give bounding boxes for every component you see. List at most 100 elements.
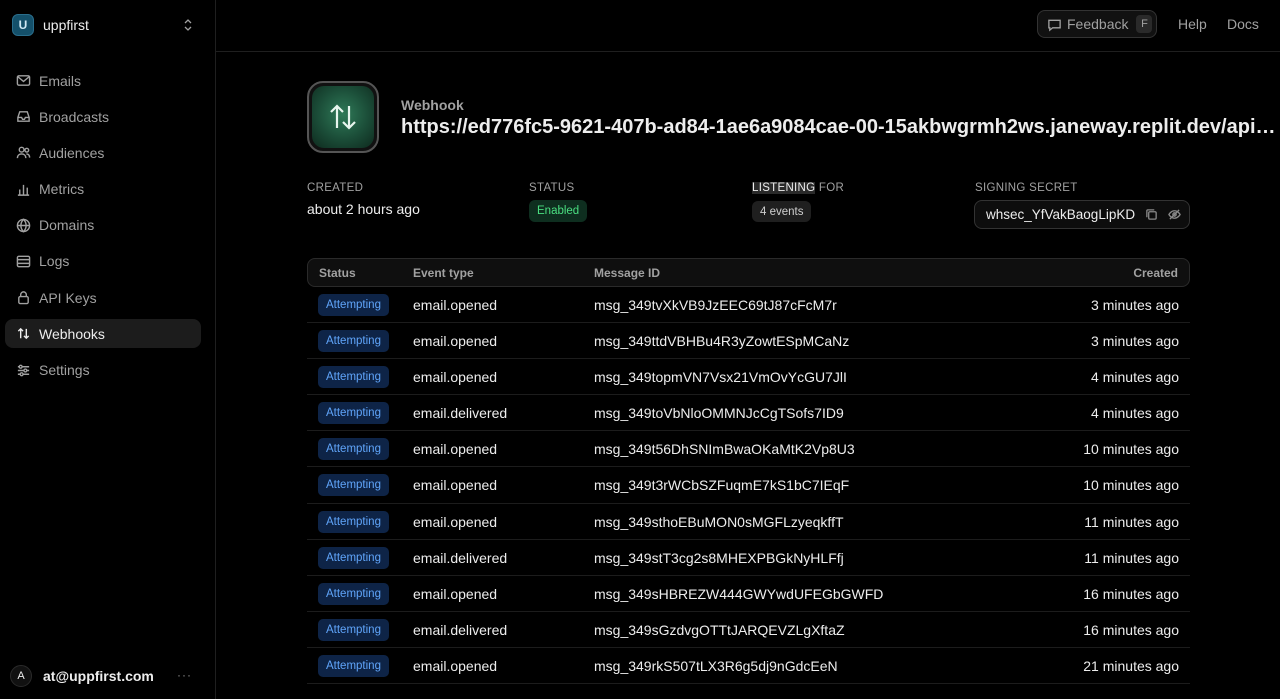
status-badge: Attempting xyxy=(318,366,389,389)
sidebar-item-emails[interactable]: Emails xyxy=(5,66,201,95)
created-label: CREATED xyxy=(307,182,364,194)
created-time: 21 minutes ago xyxy=(1083,657,1179,674)
created-time: 16 minutes ago xyxy=(1083,585,1179,602)
table-row[interactable]: Attempting email.delivered msg_349toVbNl… xyxy=(307,395,1190,432)
created-time: 4 minutes ago xyxy=(1091,405,1179,422)
webhook-avatar xyxy=(307,81,379,153)
more-options-icon[interactable]: ··· xyxy=(177,668,192,682)
status-badge: Attempting xyxy=(318,330,389,353)
event-type: email.delivered xyxy=(413,405,508,422)
listening-label-rest: FOR xyxy=(815,182,845,194)
message-id: msg_349t56DhSNImBwaOKaMtK2Vp8U3 xyxy=(594,441,855,458)
created-time: 4 minutes ago xyxy=(1091,369,1179,386)
message-id: msg_349toVbNloOMMNJcCgTSofs7ID9 xyxy=(594,405,844,422)
webhook-label: Webhook xyxy=(401,97,464,113)
bar-chart-icon xyxy=(15,181,31,197)
table-row[interactable]: Attempting email.opened msg_349topmVN7Vs… xyxy=(307,359,1190,396)
event-type: email.delivered xyxy=(413,621,508,638)
sidebar-item-label: Domains xyxy=(39,217,95,234)
sidebar: U uppfirst Emails Broadcasts Audiences M… xyxy=(0,0,216,699)
column-header-status: Status xyxy=(319,266,356,280)
message-id: msg_349sGzdvgOTTtJARQEVZLgXftaZ xyxy=(594,621,845,638)
globe-icon xyxy=(15,217,31,233)
table-row[interactable]: Attempting email.opened msg_349tvXkVB9Jz… xyxy=(307,287,1190,324)
sidebar-item-broadcasts[interactable]: Broadcasts xyxy=(5,102,201,131)
broadcast-icon xyxy=(15,109,31,125)
feedback-label: Feedback xyxy=(1067,16,1129,32)
sidebar-item-audiences[interactable]: Audiences xyxy=(5,138,201,167)
event-type: email.opened xyxy=(413,477,498,494)
created-time: 3 minutes ago xyxy=(1091,333,1179,350)
sidebar-item-logs[interactable]: Logs xyxy=(5,247,201,276)
sidebar-item-label: API Keys xyxy=(39,289,97,306)
docs-link[interactable]: Docs xyxy=(1227,16,1259,32)
status-badge: Attempting xyxy=(318,294,389,316)
webhook-arrows-icon xyxy=(312,86,374,148)
sidebar-item-label: Audiences xyxy=(39,144,105,161)
table-header: Status Event type Message ID Created xyxy=(307,258,1190,287)
status-label: STATUS xyxy=(529,182,575,194)
table-row[interactable]: Attempting email.opened msg_349t3rWCbSZF… xyxy=(307,467,1190,504)
message-id: msg_349ttdVBHBu4R3yZowtESpMCaNz xyxy=(594,333,850,350)
created-time: 16 minutes ago xyxy=(1083,621,1179,638)
feedback-button[interactable]: Feedback F xyxy=(1037,10,1157,38)
created-time: 10 minutes ago xyxy=(1083,477,1179,494)
table-row[interactable]: Attempting email.opened msg_349t56DhSNIm… xyxy=(307,431,1190,468)
created-value: about 2 hours ago xyxy=(307,201,420,217)
status-badge: Attempting xyxy=(318,402,389,425)
webhook-icon xyxy=(15,326,31,342)
sidebar-item-webhooks[interactable]: Webhooks xyxy=(5,319,201,349)
created-time: 11 minutes ago xyxy=(1084,549,1179,566)
status-badge: Attempting xyxy=(318,618,389,641)
signing-secret-field: whsec_YfVakBaogLipKD xyxy=(974,200,1190,229)
user-menu[interactable]: A at@uppfirst.com ··· xyxy=(10,664,206,688)
mail-icon xyxy=(15,73,31,89)
eye-off-icon[interactable] xyxy=(1168,208,1182,222)
message-id: msg_349stT3cg2s8MHEXPBGkNyHLFfj xyxy=(594,549,844,566)
status-badge: Attempting xyxy=(318,654,389,677)
table-row[interactable]: Attempting email.opened msg_349ttdVBHBu4… xyxy=(307,323,1190,360)
message-id: msg_349topmVN7Vsx21VmOvYcGU7JlI xyxy=(594,369,847,386)
event-type: email.opened xyxy=(413,657,498,674)
feedback-shortcut: F xyxy=(1136,15,1153,33)
sidebar-item-api-keys[interactable]: API Keys xyxy=(5,283,201,312)
sidebar-item-label: Webhooks xyxy=(39,325,105,342)
created-time: 3 minutes ago xyxy=(1091,297,1179,313)
table-row[interactable]: Attempting email.opened msg_349rkS507tLX… xyxy=(307,648,1190,685)
status-badge: Attempting xyxy=(318,438,389,461)
message-id: msg_349rkS507tLX3R6g5dj9nGdcEeN xyxy=(594,657,838,674)
team-switcher[interactable]: U uppfirst xyxy=(12,13,202,37)
events-badge[interactable]: 4 events xyxy=(752,201,812,222)
listening-label: LISTENING FOR xyxy=(752,182,844,194)
sidebar-item-metrics[interactable]: Metrics xyxy=(5,175,201,204)
table-row[interactable]: Attempting email.opened msg_349sHBREZW44… xyxy=(307,576,1190,612)
signing-secret-label: SIGNING SECRET xyxy=(975,182,1078,194)
sliders-icon xyxy=(15,362,31,378)
sidebar-item-label: Logs xyxy=(39,253,70,270)
listening-label-highlight: LISTENING xyxy=(752,182,816,194)
message-id: msg_349t3rWCbSZFuqmE7kS1bC7IEqF xyxy=(594,477,850,494)
column-header-message-id: Message ID xyxy=(594,266,661,280)
team-name: uppfirst xyxy=(43,17,89,33)
event-type: email.opened xyxy=(413,297,498,313)
user-email: at@uppfirst.com xyxy=(43,668,154,684)
message-id: msg_349sthoEBuMON0sMGFLzyeqkffT xyxy=(594,513,844,530)
table-row[interactable]: Attempting email.delivered msg_349sGzdvg… xyxy=(307,612,1190,648)
sidebar-item-label: Settings xyxy=(39,362,90,378)
event-type: email.opened xyxy=(413,585,498,602)
status-badge: Attempting xyxy=(318,546,389,569)
column-header-created: Created xyxy=(1133,266,1178,280)
message-id: msg_349sHBREZW444GWYwdUFEGbGWFD xyxy=(594,585,884,602)
event-type: email.opened xyxy=(413,441,498,458)
user-avatar: A xyxy=(10,665,32,687)
sidebar-item-domains[interactable]: Domains xyxy=(5,211,201,240)
copy-icon[interactable] xyxy=(1145,208,1159,222)
table-row[interactable]: Attempting email.opened msg_349sthoEBuMO… xyxy=(307,504,1190,540)
help-link[interactable]: Help xyxy=(1178,16,1207,32)
sidebar-item-label: Emails xyxy=(39,72,82,89)
lock-icon xyxy=(15,290,31,306)
sidebar-item-settings[interactable]: Settings xyxy=(5,356,201,385)
sidebar-nav: Emails Broadcasts Audiences Metrics Doma… xyxy=(5,66,201,392)
status-badge: Enabled xyxy=(529,200,588,222)
table-row[interactable]: Attempting email.delivered msg_349stT3cg… xyxy=(307,540,1190,576)
